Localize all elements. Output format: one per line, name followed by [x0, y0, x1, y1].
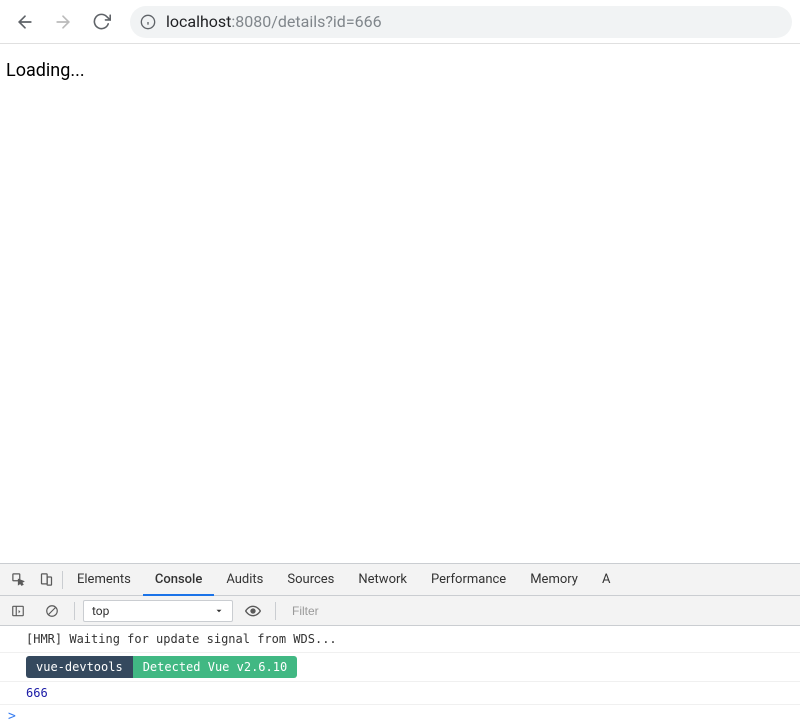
vue-devtools-badge: vue-devtools [26, 656, 133, 678]
loading-text: Loading... [6, 60, 85, 81]
devtools-tabs: Elements Console Audits Sources Network … [0, 564, 800, 596]
address-bar[interactable]: localhost:8080/details?id=666 [130, 6, 792, 38]
separator [62, 571, 63, 589]
context-label: top [92, 604, 109, 618]
back-button[interactable] [8, 5, 42, 39]
console-prompt[interactable]: > [0, 705, 800, 728]
console-sidebar-toggle[interactable] [4, 597, 32, 625]
page-content: Loading... [0, 44, 800, 563]
url-text: localhost:8080/details?id=666 [166, 12, 382, 31]
clear-icon [45, 604, 59, 618]
tab-memory[interactable]: Memory [518, 564, 590, 596]
console-output: [HMR] Waiting for update signal from WDS… [0, 626, 800, 728]
browser-toolbar: localhost:8080/details?id=666 [0, 0, 800, 44]
inspect-icon [11, 572, 26, 587]
tab-audits[interactable]: Audits [214, 564, 275, 596]
tab-sources[interactable]: Sources [275, 564, 346, 596]
separator [74, 602, 75, 620]
execution-context-select[interactable]: top [83, 600, 233, 622]
arrow-right-icon [53, 12, 73, 32]
info-icon [140, 14, 156, 30]
arrow-left-icon [15, 12, 35, 32]
prompt-chevron-icon: > [8, 709, 16, 724]
device-icon [39, 572, 54, 587]
live-expression-button[interactable] [239, 597, 267, 625]
reload-button[interactable] [84, 5, 118, 39]
reload-icon [92, 12, 111, 31]
url-host: localhost [166, 12, 231, 31]
console-log-line: vue-devtools Detected Vue v2.6.10 [0, 653, 800, 682]
clear-console-button[interactable] [38, 597, 66, 625]
sidebar-icon [11, 604, 25, 618]
url-path: :8080/details?id=666 [231, 12, 381, 31]
console-log-value: 666 [0, 682, 800, 705]
console-filter-bar: top [0, 596, 800, 626]
tab-console[interactable]: Console [143, 564, 214, 596]
device-toggle-button[interactable] [32, 566, 60, 594]
console-log-line: [HMR] Waiting for update signal from WDS… [0, 626, 800, 653]
separator [275, 602, 276, 620]
tab-performance[interactable]: Performance [419, 564, 518, 596]
vue-version-badge: Detected Vue v2.6.10 [133, 656, 298, 678]
devtools-panel: Elements Console Audits Sources Network … [0, 563, 800, 728]
eye-icon [245, 603, 261, 619]
chevron-down-icon [214, 606, 224, 616]
tab-network[interactable]: Network [346, 564, 419, 596]
inspect-element-button[interactable] [4, 566, 32, 594]
console-filter-input[interactable] [284, 600, 800, 622]
tab-elements[interactable]: Elements [65, 564, 143, 596]
tab-application-partial[interactable]: A [590, 564, 622, 596]
forward-button[interactable] [46, 5, 80, 39]
